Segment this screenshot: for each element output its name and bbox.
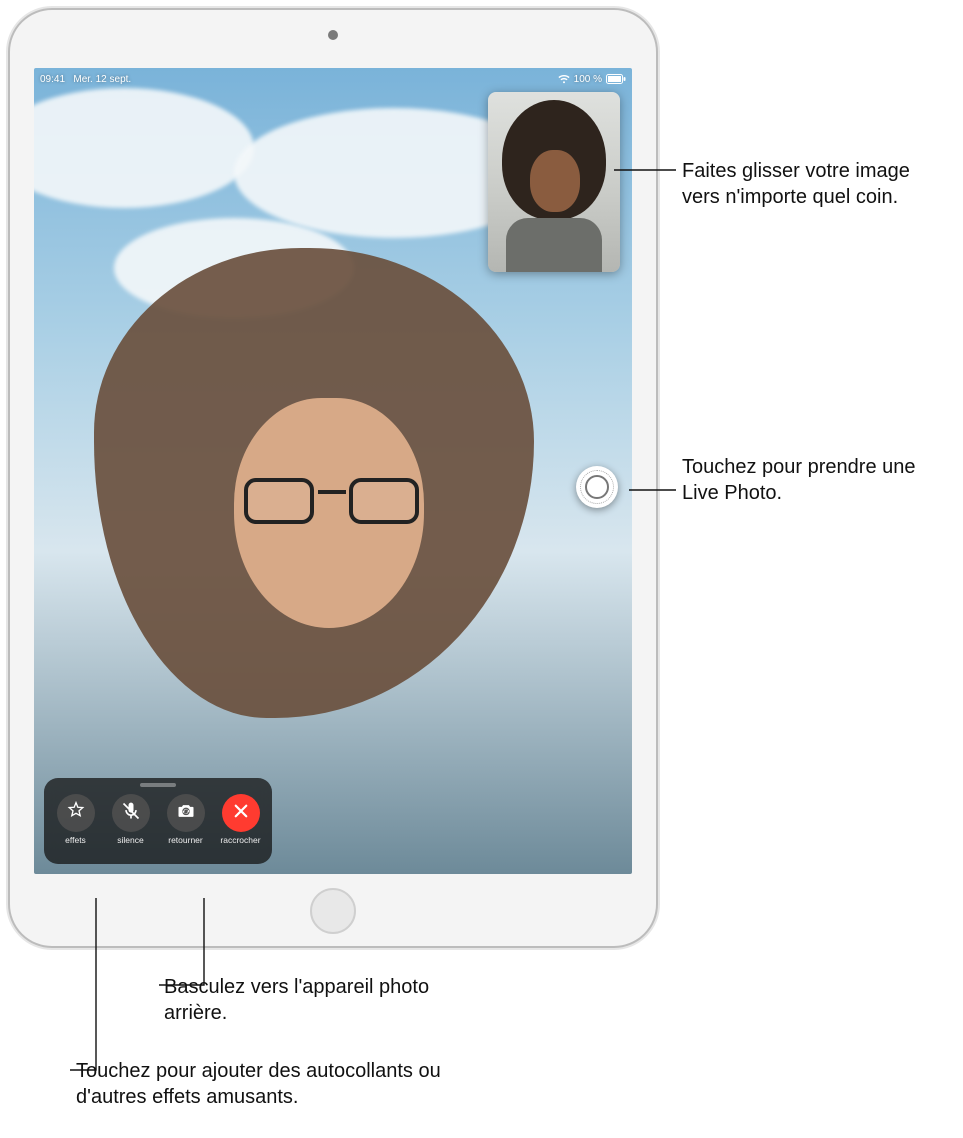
camera-flip-icon [176,801,196,826]
end-label: raccrocher [220,836,260,845]
status-left: 09:41 Mer. 12 sept. [40,74,131,85]
battery-text: 100 % [574,74,602,85]
cloud-decoration [34,88,254,208]
mute-label: silence [117,836,143,845]
mic-off-icon [121,801,141,826]
home-button[interactable] [310,888,356,934]
battery-full-icon [606,74,626,84]
flip-label: retourner [168,836,203,845]
callout-pip-drag: Faites glisser votre image vers n'import… [682,158,952,210]
effects-button[interactable]: effets [50,786,102,845]
self-view-pip[interactable] [488,92,620,272]
ipad-frame: 09:41 Mer. 12 sept. 100 % [8,8,658,948]
wifi-icon [558,74,570,84]
callout-effects: Touchez pour ajouter des autocollants ou… [76,1058,516,1110]
status-time: 09:41 [40,74,65,85]
live-photo-button[interactable] [576,466,618,508]
callout-live-photo: Touchez pour prendre une Live Photo. [682,454,942,506]
facetime-screen: 09:41 Mer. 12 sept. 100 % [34,68,632,874]
pip-person-body [506,218,602,272]
status-bar: 09:41 Mer. 12 sept. 100 % [40,70,626,88]
call-controls-panel[interactable]: effets silence retourner [44,778,272,864]
pip-person-face [530,150,580,212]
star-effects-icon [66,801,86,826]
flip-camera-button[interactable]: retourner [160,786,212,845]
status-right: 100 % [558,74,626,85]
end-call-button[interactable]: raccrocher [215,786,267,845]
front-camera-dot [328,30,338,40]
close-x-icon [232,802,250,825]
live-photo-icon [580,470,614,504]
mute-button[interactable]: silence [105,786,157,845]
remote-person-glasses [244,478,419,526]
status-date: Mer. 12 sept. [73,74,131,85]
effects-label: effets [65,836,86,845]
callout-flip-camera: Basculez vers l'appareil photo arrière. [164,974,484,1026]
